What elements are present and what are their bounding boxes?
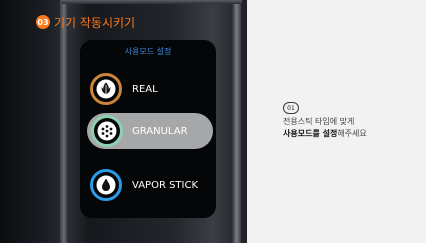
mode-option-granular[interactable]: GRANULAR	[87, 113, 213, 149]
device-photo-panel: 03 기기 작동시키기 사용모드 설정 REAL GRANULAR VAPOR …	[0, 0, 247, 243]
instruction-line-1: 전용스틱 타입에 맞게	[283, 117, 355, 126]
mode-settings-header: 사용모드 설정	[124, 47, 172, 56]
device-frame-right	[232, 0, 241, 243]
device-frame-left	[60, 0, 68, 243]
section-heading: 기기 작동시키기	[54, 15, 136, 30]
section-title: 03 기기 작동시키기	[36, 13, 135, 31]
device-screen: 사용모드 설정 REAL GRANULAR VAPOR STICK	[80, 40, 216, 218]
mode-label-real: REAL	[132, 83, 158, 95]
step-number-badge: 01	[283, 102, 299, 114]
droplet-icon	[90, 169, 122, 201]
granules-icon	[91, 115, 123, 147]
mode-label-granular: GRANULAR	[132, 125, 188, 137]
instruction-line-2: 사용모드를 설정해주세요	[283, 128, 367, 139]
instruction-emphasis: 사용모드를 설정	[283, 129, 338, 138]
section-number-badge: 03	[36, 15, 50, 29]
device-frame-top	[62, 0, 242, 4]
leaf-icon	[90, 73, 122, 105]
instruction-line-2-rest: 해주세요	[337, 129, 367, 138]
mode-label-vapor-stick: VAPOR STICK	[132, 179, 199, 191]
